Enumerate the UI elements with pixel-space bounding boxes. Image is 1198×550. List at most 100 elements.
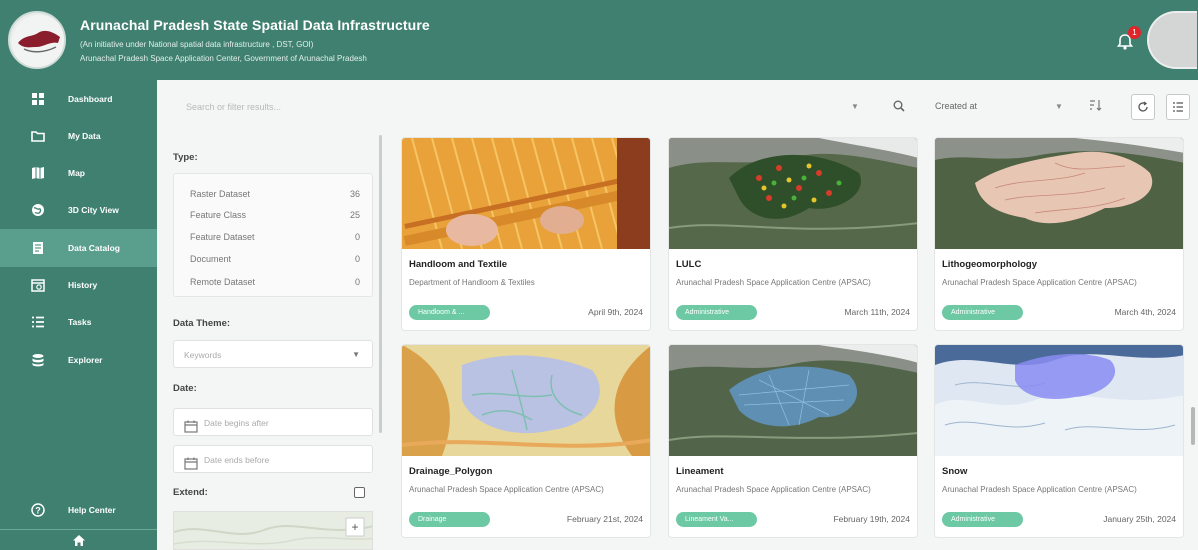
- sidebar-item-label: Dashboard: [68, 94, 113, 104]
- help-icon: ?: [31, 503, 45, 517]
- dataset-date: March 4th, 2024: [1114, 307, 1176, 317]
- dataset-tag[interactable]: Administrative: [942, 512, 1023, 527]
- dataset-date: April 9th, 2024: [588, 307, 643, 317]
- help-center-link[interactable]: ? Help Center: [0, 500, 157, 520]
- app-organisation: Arunachal Pradesh Space Application Cent…: [80, 54, 367, 63]
- dashboard-icon: [31, 92, 45, 106]
- sidebar-item-history[interactable]: History: [0, 266, 157, 304]
- dataset-title[interactable]: Handloom and Textile: [409, 259, 507, 270]
- state-logo: [8, 11, 66, 69]
- type-filter-item[interactable]: Document 0: [190, 249, 360, 269]
- app-header: Arunachal Pradesh State Spatial Data Inf…: [0, 0, 1198, 80]
- list-view-icon: [1173, 102, 1183, 112]
- dataset-card-lithogeomorphology[interactable]: Lithogeomorphology Arunachal Pradesh Spa…: [934, 137, 1184, 331]
- view-toggle-button[interactable]: [1166, 94, 1190, 120]
- dataset-date: March 11th, 2024: [844, 307, 910, 317]
- home-icon: [72, 534, 85, 546]
- dataset-title[interactable]: Drainage_Polygon: [409, 466, 492, 477]
- sidebar-item-data-catalog[interactable]: Data Catalog: [0, 229, 157, 267]
- sidebar-item-label: Tasks: [68, 317, 92, 327]
- dataset-card-drainage-polygon[interactable]: Drainage_Polygon Arunachal Pradesh Space…: [401, 344, 651, 538]
- dataset-tag[interactable]: Handloom & ...: [409, 305, 490, 320]
- dataset-card-snow[interactable]: Snow Arunachal Pradesh Space Application…: [934, 344, 1184, 538]
- dataset-tag[interactable]: Lineament Va...: [676, 512, 757, 527]
- sidebar-item-label: Map: [68, 168, 85, 178]
- filter-scrollbar[interactable]: [379, 135, 382, 433]
- dataset-thumbnail: [402, 345, 650, 456]
- dataset-title[interactable]: Lithogeomorphology: [942, 259, 1037, 270]
- sidebar-item-label: Explorer: [68, 355, 103, 365]
- dataset-org: Arunachal Pradesh Space Application Cent…: [942, 278, 1137, 287]
- catalog-icon: [31, 241, 45, 255]
- type-filter-list: Raster Dataset 36 Feature Class 25 Feature…: [173, 173, 373, 297]
- sidebar-item-3d-city-view[interactable]: 3D City View: [0, 191, 157, 229]
- sidebar-item-label: History: [68, 280, 98, 290]
- calendar-icon: [184, 416, 198, 433]
- tasks-icon: [31, 315, 45, 329]
- sort-select[interactable]: Created at: [935, 101, 977, 111]
- svg-text:?: ?: [35, 506, 41, 516]
- app-subtitle: (An initiative under National spatial da…: [80, 40, 314, 49]
- dataset-org: Arunachal Pradesh Space Application Cent…: [409, 485, 604, 494]
- sort-order-icon[interactable]: [1089, 99, 1103, 114]
- sidebar-item-label: My Data: [68, 131, 101, 141]
- map-icon: [31, 166, 45, 180]
- data-theme-label: Data Theme:: [173, 318, 231, 329]
- extend-checkbox[interactable]: [354, 487, 365, 498]
- help-center-label: Help Center: [68, 505, 116, 515]
- dataset-thumbnail: [935, 345, 1183, 456]
- date-before-input[interactable]: Date ends before: [173, 445, 373, 473]
- dataset-date: February 21st, 2024: [566, 514, 643, 524]
- dataset-title[interactable]: LULC: [676, 259, 701, 270]
- home-button[interactable]: [0, 529, 157, 550]
- search-input[interactable]: Search or filter results...: [171, 93, 875, 121]
- type-filter-item[interactable]: Feature Dataset 0: [190, 227, 360, 247]
- sidebar-item-label: 3D City View: [68, 205, 119, 215]
- folder-icon: [31, 129, 45, 143]
- search-icon[interactable]: [893, 99, 905, 117]
- keywords-caret-icon: ▼: [352, 350, 360, 359]
- sidebar-item-explorer[interactable]: Explorer: [0, 341, 157, 379]
- sidebar: Dashboard My Data Map 3D City View Data …: [0, 80, 157, 550]
- refresh-icon: [1138, 101, 1148, 112]
- type-filter-label: Type:: [173, 152, 198, 163]
- notification-badge: 1: [1128, 26, 1141, 39]
- dataset-date: February 19th, 2024: [833, 514, 910, 524]
- sidebar-item-map[interactable]: Map: [0, 154, 157, 192]
- app-title: Arunachal Pradesh State Spatial Data Inf…: [80, 17, 430, 33]
- type-filter-item[interactable]: Raster Dataset 36: [190, 184, 360, 204]
- sidebar-item-tasks[interactable]: Tasks: [0, 303, 157, 341]
- type-filter-item[interactable]: Remote Dataset 0: [190, 272, 360, 292]
- dataset-org: Arunachal Pradesh Space Application Cent…: [942, 485, 1137, 494]
- sidebar-item-dashboard[interactable]: Dashboard: [0, 80, 157, 118]
- globe-icon: [31, 203, 45, 217]
- dataset-thumbnail: [669, 345, 917, 456]
- sort-dropdown-caret-icon[interactable]: ▼: [1055, 102, 1063, 111]
- dataset-tag[interactable]: Administrative: [942, 305, 1023, 320]
- database-icon: [31, 353, 45, 367]
- dataset-org: Arunachal Pradesh Space Application Cent…: [676, 485, 871, 494]
- dataset-tag[interactable]: Administrative: [676, 305, 757, 320]
- keywords-select[interactable]: Keywords ▼: [173, 340, 373, 368]
- dataset-card-handloom[interactable]: Handloom and Textile Department of Handl…: [401, 137, 651, 331]
- date-after-input[interactable]: Date begins after: [173, 408, 373, 436]
- date-filter-label: Date:: [173, 383, 197, 394]
- dataset-card-lineament[interactable]: Lineament Arunachal Pradesh Space Applic…: [668, 344, 918, 538]
- results-scrollbar[interactable]: [1191, 407, 1195, 445]
- dataset-thumbnail: [935, 138, 1183, 249]
- search-dropdown-caret-icon[interactable]: ▼: [851, 102, 859, 111]
- dataset-date: January 25th, 2024: [1103, 514, 1176, 524]
- dataset-tag[interactable]: Drainage: [409, 512, 490, 527]
- svg-text:+: +: [351, 520, 358, 534]
- dataset-title[interactable]: Lineament: [676, 466, 724, 477]
- sidebar-item-my-data[interactable]: My Data: [0, 117, 157, 155]
- dataset-thumbnail: [402, 138, 650, 249]
- refresh-button[interactable]: [1131, 94, 1155, 120]
- user-avatar[interactable]: [1147, 11, 1197, 69]
- dataset-card-lulc[interactable]: LULC Arunachal Pradesh Space Application…: [668, 137, 918, 331]
- dataset-title[interactable]: Snow: [942, 466, 967, 477]
- type-filter-item[interactable]: Feature Class 25: [190, 205, 360, 225]
- dataset-org: Arunachal Pradesh Space Application Cent…: [676, 278, 871, 287]
- extent-map[interactable]: +: [173, 511, 373, 550]
- extend-filter-label: Extend:: [173, 487, 208, 498]
